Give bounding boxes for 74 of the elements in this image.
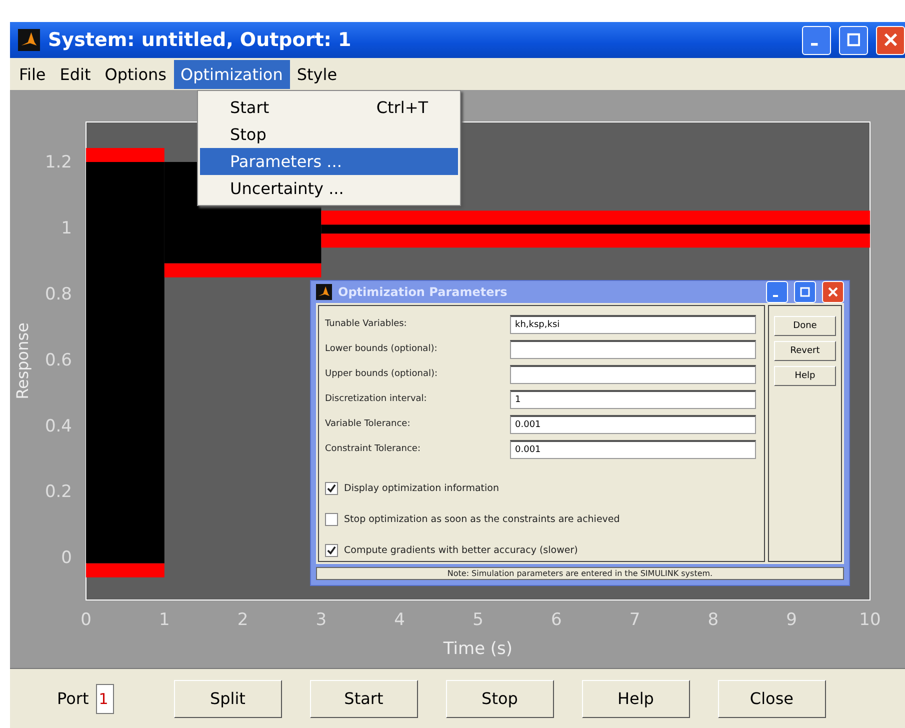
field-label: Constraint Tolerance: <box>325 444 422 454</box>
x-tick-label: 1 <box>158 610 170 630</box>
menu-item[interactable]: Edit <box>52 60 98 88</box>
port-field[interactable]: 1 <box>96 684 114 714</box>
checkbox[interactable] <box>325 544 338 556</box>
x-tick-label: 4 <box>394 610 406 630</box>
x-tick-label: 8 <box>708 610 719 630</box>
x-axis-label: Time (s) <box>443 639 513 659</box>
field-label: Upper bounds (optional): <box>325 369 439 379</box>
note-text: Note: Simulation parameters are entered in the SIMULINK system. <box>316 567 844 580</box>
menu-option[interactable]: Uncertainty ... <box>200 175 458 202</box>
minimize-icon <box>773 294 778 296</box>
field-label: Lower bounds (optional): <box>325 344 438 354</box>
action-button[interactable]: Close <box>718 680 826 718</box>
action-button[interactable]: Split <box>174 680 282 718</box>
menu-option[interactable]: Stop <box>200 121 458 148</box>
y-axis-label: Response <box>13 322 32 400</box>
input-field[interactable]: 0.001 <box>510 440 756 458</box>
action-button[interactable]: Help <box>582 680 690 718</box>
maximize-icon <box>846 33 860 47</box>
window-title: System: untitled, Outport: 1 <box>48 29 352 51</box>
x-tick-label: 2 <box>237 610 248 630</box>
y-tick-label: 0.4 <box>44 416 72 436</box>
app-logo-icon <box>18 29 40 51</box>
input-field[interactable] <box>510 364 756 384</box>
dialog-title: Optimization Parameters <box>338 285 508 299</box>
minimize-button[interactable] <box>766 281 788 303</box>
input-field[interactable]: kh,ksp,ksi <box>510 314 756 334</box>
menu-option[interactable]: Parameters ... <box>200 148 458 175</box>
menu-item[interactable]: Style <box>290 60 344 88</box>
field-label: Tunable Variables: <box>325 319 408 329</box>
menu-item[interactable]: Options <box>98 60 174 88</box>
x-tick-label: 0 <box>80 610 92 630</box>
y-tick-label: 0.2 <box>44 482 72 502</box>
menu-item[interactable]: File <box>12 60 53 88</box>
checkbox[interactable] <box>325 482 338 494</box>
checkbox-label: Display optimization information <box>344 482 499 494</box>
maximize-button[interactable] <box>794 281 816 303</box>
y-tick-label: 0.8 <box>44 284 72 304</box>
dialog-button[interactable]: Done <box>774 316 836 336</box>
dialog-button[interactable]: Help <box>774 366 836 386</box>
input-field[interactable]: 1 <box>510 390 756 408</box>
x-tick-label: 9 <box>786 610 798 630</box>
x-tick-label: 7 <box>629 610 640 630</box>
close-icon <box>884 33 898 47</box>
y-tick-label: 0.6 <box>44 350 72 370</box>
action-button[interactable]: Start <box>310 680 418 718</box>
input-field[interactable] <box>510 340 756 358</box>
dialog-button[interactable]: Revert <box>774 341 836 361</box>
port-label: Port <box>57 689 89 708</box>
app-logo-icon <box>316 284 332 300</box>
menu-item[interactable]: Optimization <box>174 60 290 88</box>
close-button[interactable] <box>876 26 905 54</box>
x-tick-label: 5 <box>472 610 484 630</box>
field-label: Discretization interval: <box>325 394 428 404</box>
y-tick-label: 1.2 <box>44 152 72 173</box>
close-icon <box>828 287 838 297</box>
minimize-icon <box>811 43 818 46</box>
x-tick-label: 6 <box>550 610 562 630</box>
action-button[interactable]: Stop <box>446 680 554 718</box>
checkbox-label: Stop optimization as soon as the constraints are achieved <box>344 514 620 524</box>
minimize-button[interactable] <box>802 26 831 54</box>
checkbox[interactable] <box>325 512 338 526</box>
maximize-icon <box>800 287 810 297</box>
maximize-button[interactable] <box>839 26 868 54</box>
input-field[interactable]: 0.001 <box>510 414 756 434</box>
field-label: Variable Tolerance: <box>325 419 412 429</box>
y-tick-label: 0 <box>61 548 72 568</box>
x-tick-label: 3 <box>316 610 327 630</box>
close-button[interactable] <box>822 281 844 303</box>
checkbox-label: Compute gradients with better accuracy (slower) <box>344 544 578 556</box>
menu-option[interactable]: Start Ctrl+T <box>200 94 458 121</box>
y-tick-label: 1 <box>61 218 72 238</box>
x-tick-label: 10 <box>859 610 881 630</box>
